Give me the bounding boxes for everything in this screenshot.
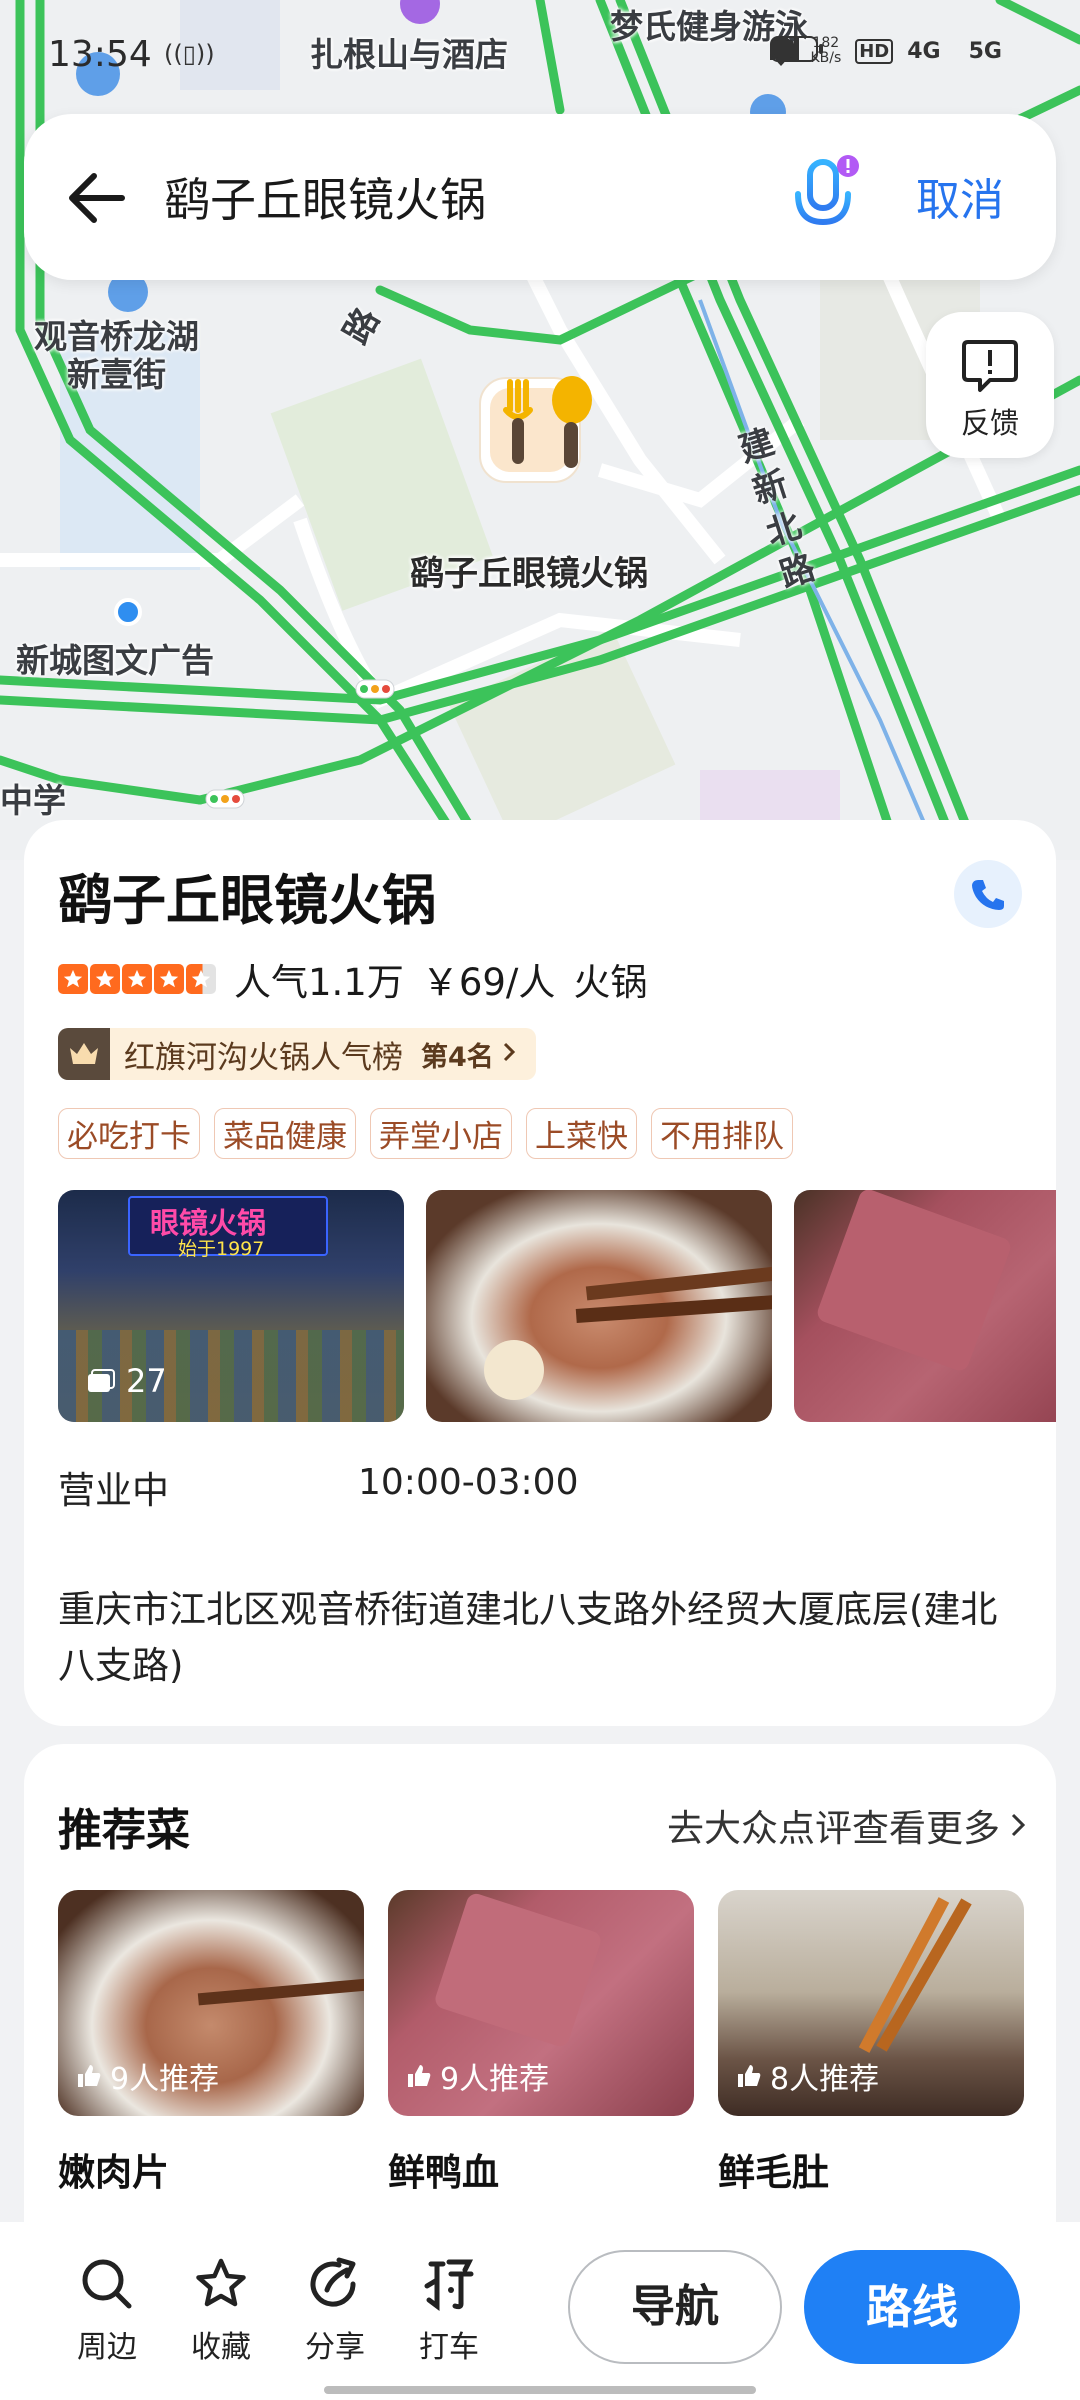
star-icon [90,964,120,994]
network-type-a: 4G [907,38,941,64]
network-type-b: 5G [968,38,1002,64]
recommend-count: 8人推荐 [736,2054,879,2098]
marker-label: 鹞子丘眼镜火锅 [410,554,648,594]
tag[interactable]: 不用排队 [651,1108,793,1159]
route-button[interactable]: 路线 [804,2250,1020,2364]
poi-detail-card: 鹞子丘眼镜火锅 人气1.1万 ￥69/人 火锅 红旗河沟火锅人气榜 第4名 必吃… [24,820,1056,1726]
business-status: 营业中 [58,1469,169,1512]
thumbs-up-icon [78,2065,101,2087]
search-icon [82,2259,132,2309]
dish-item[interactable]: 8人推荐 鲜毛肚 [718,1890,1024,2196]
price-per-person: ￥69/人 [421,961,556,1004]
food-photo[interactable] [426,1190,772,1422]
photo-gallery[interactable]: 眼镜火锅 始于1997 27 [58,1190,1056,1422]
search-bar: 鹞子丘眼镜火锅 取消 [24,114,1056,280]
dish-name: 鲜鸭血 [388,2151,499,2194]
call-button[interactable] [954,860,1022,928]
category: 火锅 [573,961,648,1004]
dish-item[interactable]: 9人推荐 鲜鸭血 [388,1890,694,2196]
voice-search-button[interactable] [790,154,862,240]
status-time: 13:54 [48,34,152,75]
status-bar: 13:54 ((▯)) ▮ 182KB/s HD 4G 5G [0,0,1080,110]
feedback-icon [962,340,1018,392]
vibrate-icon: ((▯)) [164,40,215,68]
storefront-photo[interactable]: 眼镜火锅 始于1997 27 [58,1190,404,1422]
share-icon [310,2257,356,2307]
favorite-button[interactable]: 收藏 [176,2256,266,2366]
home-indicator[interactable] [324,2386,756,2394]
ranking-banner[interactable]: 红旗河沟火锅人气榜 第4名 [58,1028,536,1080]
star-icon [154,964,184,994]
navigate-button[interactable]: 导航 [568,2250,782,2364]
chevron-right-icon [502,1041,516,1067]
dish-name: 鲜毛肚 [718,2151,829,2194]
dish-name: 嫩肉片 [58,2151,169,2194]
taxi-button[interactable]: 打车 [404,2256,494,2366]
star-icon [122,964,152,994]
feedback-button[interactable]: 反馈 [926,312,1054,458]
photo-count: 27 [86,1362,167,1400]
bottom-toolbar: 周边 收藏 分享 打车 导航 路线 [0,2222,1080,2400]
star-outline-icon [196,2258,246,2307]
dish-photo: 9人推荐 [388,1890,694,2116]
nearby-button[interactable]: 周边 [62,2256,152,2366]
map-poi-label[interactable]: 观音桥龙湖 新壹街 [34,318,199,394]
tag[interactable]: 上菜快 [526,1108,637,1159]
recommend-count: 9人推荐 [76,2054,219,2098]
ranking-position: 第4名 [421,1041,494,1073]
view-more-link[interactable]: 去大众点评查看更多 [667,1798,1026,1852]
map-view[interactable]: 扎根山与酒店 梦氏健身游泳 观音桥龙湖 新壹街 新城图文广告 中学 建新北路 路… [0,0,1080,860]
phone-icon [972,880,1004,910]
thumbs-up-icon [408,2065,431,2087]
dish-photo: 8人推荐 [718,1890,1024,2116]
fork-spoon-icon [479,376,592,483]
half-star-icon [186,964,216,994]
dish-item[interactable]: 9人推荐 嫩肉片 [58,1890,364,2196]
poi-title: 鹞子丘眼镜火锅 [58,869,436,932]
tag[interactable]: 必吃打卡 [58,1108,200,1159]
rating-stars [58,964,216,994]
back-button[interactable] [60,162,132,234]
ranking-name: 红旗河沟火锅人气榜 [124,1039,403,1076]
recommended-dishes-card: 推荐菜 去大众点评查看更多 9人推荐 嫩肉片 9人推荐 鲜鸭血 8人推荐 鲜毛肚 [24,1744,1056,2264]
rating-row: 人气1.1万 ￥69/人 火锅 [58,952,647,1006]
search-input[interactable]: 鹞子丘眼镜火锅 [164,164,486,230]
restaurant-marker[interactable] [476,370,616,510]
popularity: 人气1.1万 [234,961,404,1004]
food-photo[interactable] [794,1190,1056,1422]
cancel-button[interactable]: 取消 [916,164,1004,228]
feedback-label: 反馈 [960,406,1019,440]
tag[interactable]: 弄堂小店 [370,1108,512,1159]
chevron-right-icon [1011,1813,1026,1837]
tag[interactable]: 菜品健康 [214,1108,356,1159]
gallery-icon [88,1369,115,1392]
taxi-icon [424,2259,474,2311]
arrow-left-icon [69,173,125,223]
dish-photo: 9人推荐 [58,1890,364,2116]
business-hours: 10:00-03:00 [358,1462,579,1503]
recommended-title: 推荐菜 [58,1805,190,1856]
map-poi-label[interactable]: 中学 [0,774,66,822]
crown-icon [58,1028,110,1080]
hd-indicator: HD [855,38,894,64]
thumbs-up-icon [738,2065,761,2087]
recommend-count: 9人推荐 [406,2054,549,2098]
microphone-icon [795,155,859,237]
tag-list: 必吃打卡 菜品健康 弄堂小店 上菜快 不用排队 [58,1108,793,1159]
share-button[interactable]: 分享 [290,2256,380,2366]
map-poi-label[interactable]: 新城图文广告 [16,634,214,682]
star-icon [58,964,88,994]
address[interactable]: 重庆市江北区观音桥街道建北八支路外经贸大厦底层(建北八支路) [58,1582,1018,1694]
storefront-year: 始于1997 [178,1238,265,1260]
